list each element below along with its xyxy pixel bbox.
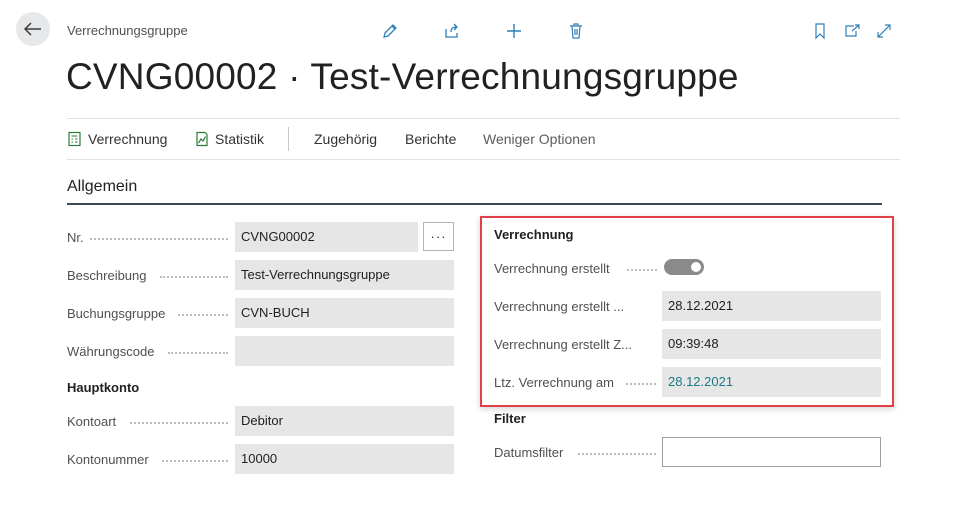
datumsfilter-input[interactable] <box>662 437 881 467</box>
subheading-filter: Filter <box>494 411 526 426</box>
back-button[interactable] <box>16 12 50 46</box>
label-leader <box>130 421 228 424</box>
label-leader <box>168 351 228 354</box>
action-zugehoerig[interactable]: Zugehörig <box>314 131 377 147</box>
label-leader <box>578 452 656 455</box>
share-icon[interactable] <box>440 19 464 43</box>
field-label-datumsfilter: Datumsfilter <box>494 445 564 460</box>
open-new-window-icon[interactable] <box>840 19 864 43</box>
label-leader <box>160 275 228 278</box>
action-bar: Verrechnung Statistik Zugehörig Berichte… <box>67 118 900 160</box>
field-label-beschreibung: Beschreibung <box>67 268 147 283</box>
field-label-waehrungscode: Währungscode <box>67 344 155 359</box>
breadcrumb: Verrechnungsgruppe <box>67 23 188 38</box>
kontonummer-field[interactable]: 10000 <box>235 444 454 474</box>
calculator-doc-icon <box>68 131 81 147</box>
buchungsgruppe-field[interactable]: CVN-BUCH <box>235 298 454 328</box>
assist-edit-button[interactable]: ··· <box>423 222 454 251</box>
action-berichte[interactable]: Berichte <box>405 131 456 147</box>
expand-icon[interactable] <box>872 19 896 43</box>
action-separator <box>288 127 289 151</box>
statistics-icon <box>196 131 208 147</box>
section-divider <box>67 203 882 205</box>
action-statistik-label: Statistik <box>215 131 265 147</box>
subheading-hauptkonto: Hauptkonto <box>67 380 140 395</box>
label-leader <box>178 313 228 316</box>
action-verrechnung-label: Verrechnung <box>88 131 168 147</box>
label-leader <box>162 459 228 462</box>
action-statistik[interactable]: Statistik <box>194 131 264 147</box>
highlight-box <box>480 216 894 407</box>
delete-icon[interactable] <box>564 19 588 43</box>
label-leader <box>90 237 228 240</box>
page-title: CVNG00002 · Test-Verrechnungsgruppe <box>66 56 739 97</box>
beschreibung-field[interactable]: Test-Verrechnungsgruppe <box>235 260 454 290</box>
bookmark-icon[interactable] <box>808 19 832 43</box>
kontoart-field[interactable]: Debitor <box>235 406 454 436</box>
field-label-buchungsgruppe: Buchungsgruppe <box>67 306 166 321</box>
waehrungscode-field[interactable] <box>235 336 454 366</box>
action-weniger-optionen[interactable]: Weniger Optionen <box>483 131 596 147</box>
section-title-allgemein[interactable]: Allgemein <box>67 178 137 196</box>
action-verrechnung[interactable]: Verrechnung <box>67 131 167 147</box>
nr-field[interactable]: CVNG00002 <box>235 222 418 252</box>
field-label-kontoart: Kontoart <box>67 414 117 429</box>
field-label-kontonummer: Kontonummer <box>67 452 149 467</box>
edit-icon[interactable] <box>378 19 402 43</box>
field-label-nr: Nr. <box>67 230 84 245</box>
arrow-left-icon <box>24 22 41 36</box>
new-icon[interactable] <box>502 19 526 43</box>
